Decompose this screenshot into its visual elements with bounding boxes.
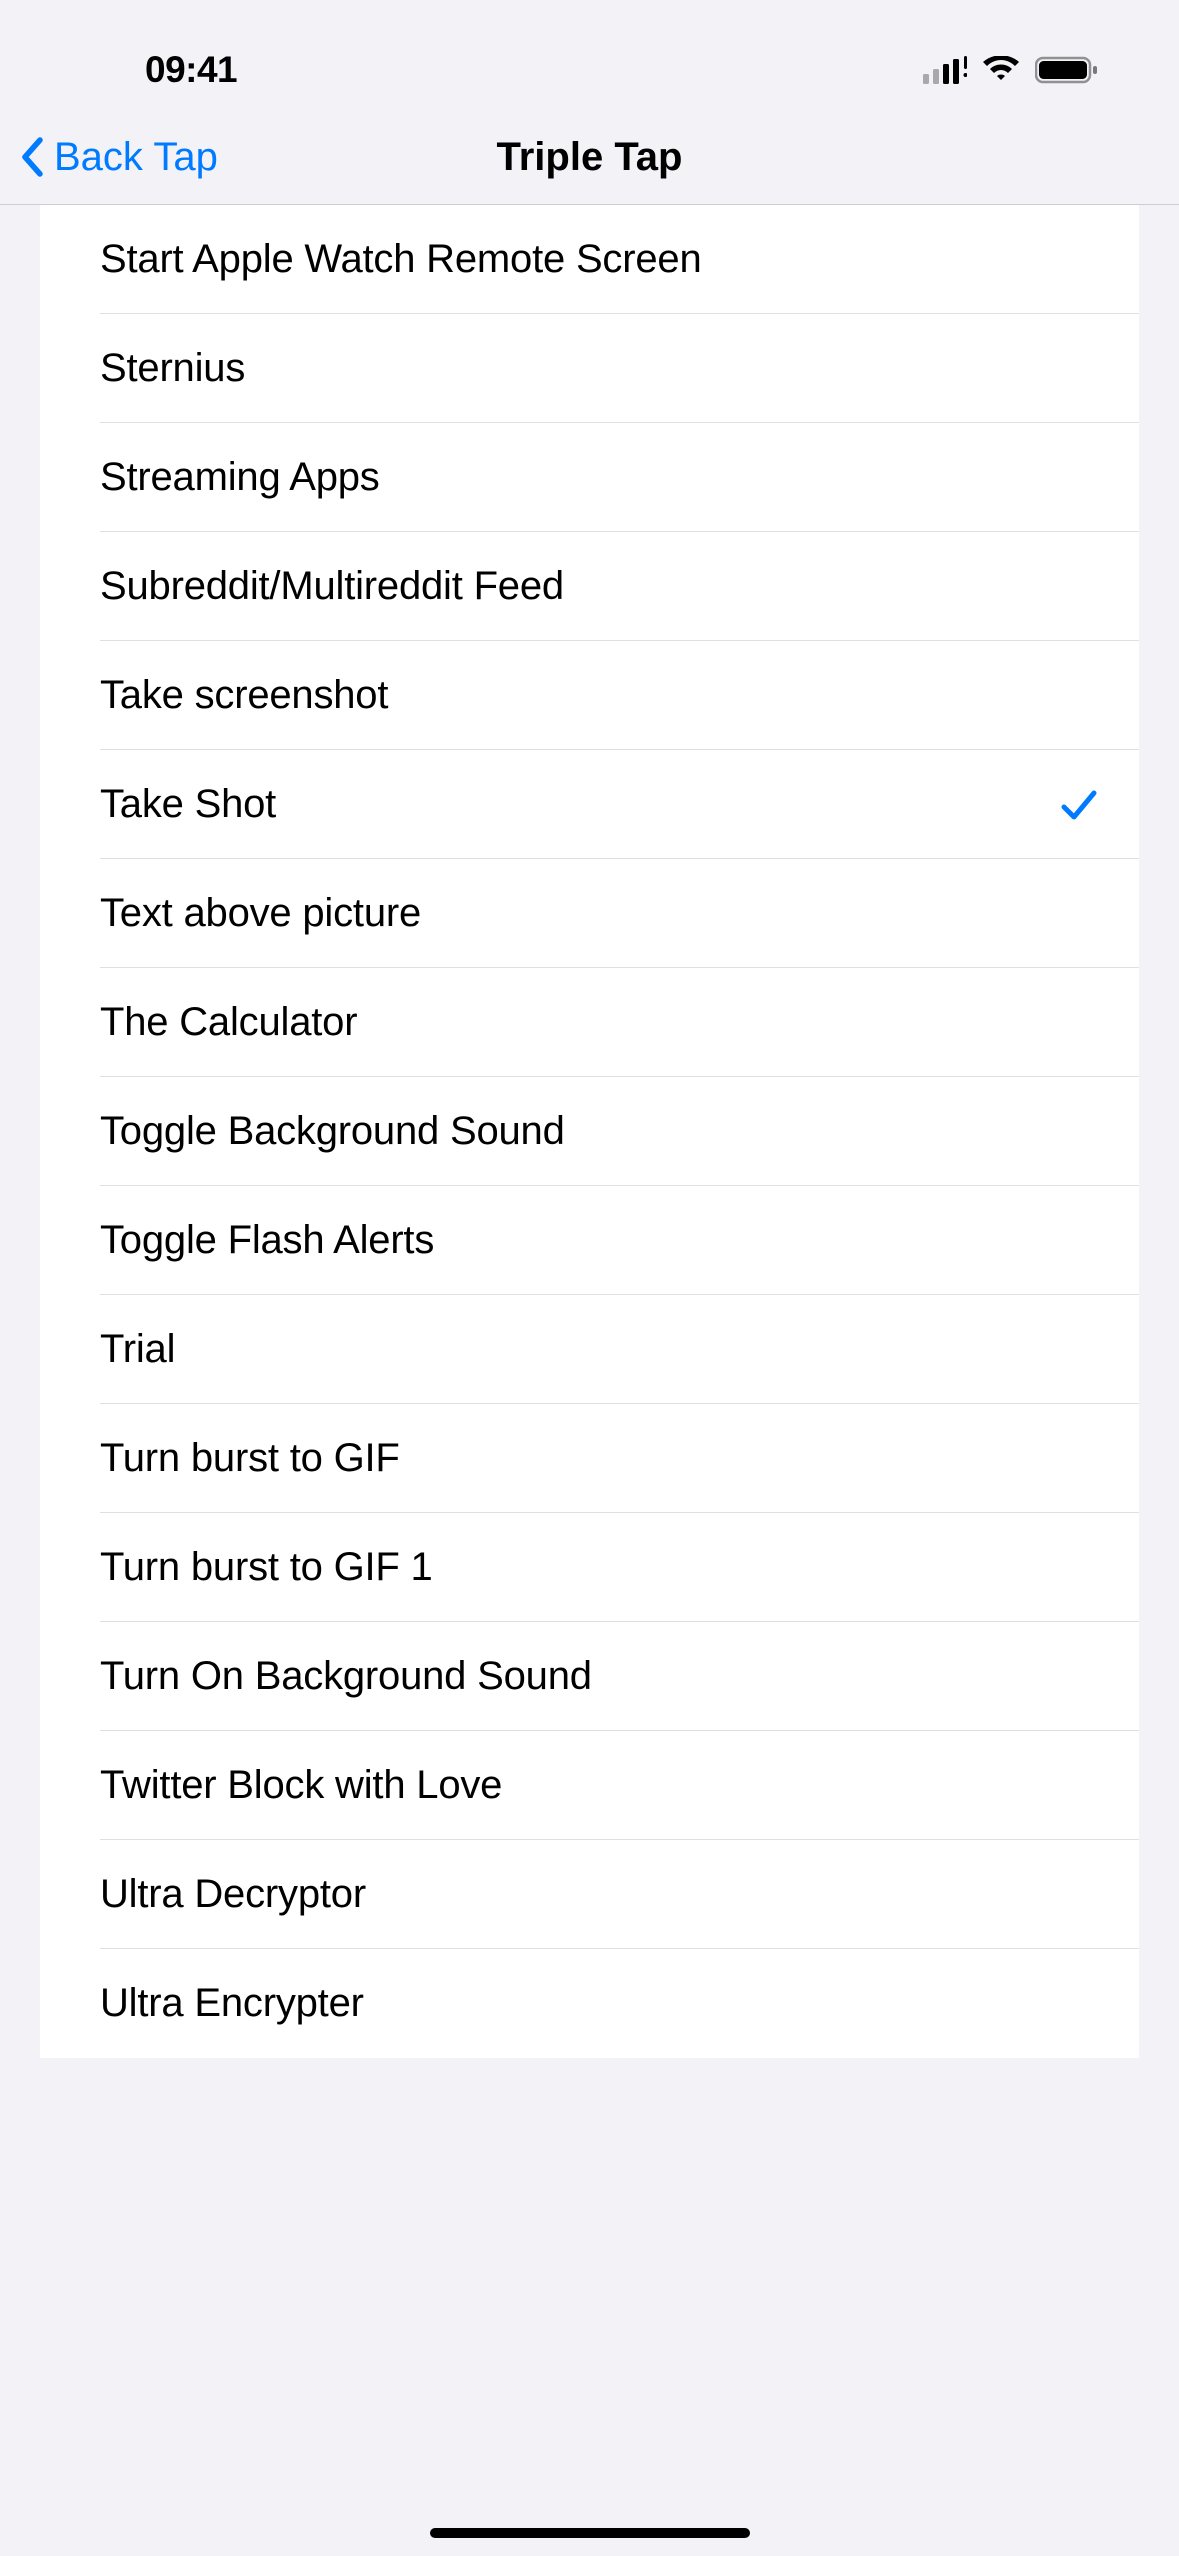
list-item[interactable]: Trial	[40, 1295, 1139, 1404]
status-icons	[923, 56, 1129, 84]
home-indicator[interactable]	[430, 2528, 750, 2538]
list-item-label: Toggle Background Sound	[100, 1109, 565, 1154]
list-item[interactable]: Subreddit/Multireddit Feed	[40, 532, 1139, 641]
back-button[interactable]: Back Tap	[20, 135, 218, 180]
list-item-label: Trial	[100, 1327, 175, 1372]
list-item[interactable]: Streaming Apps	[40, 423, 1139, 532]
battery-icon	[1035, 56, 1099, 84]
list-item[interactable]: Turn On Background Sound	[40, 1622, 1139, 1731]
list-item[interactable]: Take screenshot	[40, 641, 1139, 750]
list-item[interactable]: Toggle Background Sound	[40, 1077, 1139, 1186]
status-time: 09:41	[145, 49, 237, 91]
nav-bar: Back Tap Triple Tap	[0, 110, 1179, 205]
list-item[interactable]: Ultra Decryptor	[40, 1840, 1139, 1949]
list-item-label: Take Shot	[100, 782, 276, 827]
list-item[interactable]: The Calculator	[40, 968, 1139, 1077]
list-item-label: Turn burst to GIF	[100, 1436, 400, 1481]
list-item[interactable]: Twitter Block with Love	[40, 1731, 1139, 1840]
list-item-label: The Calculator	[100, 1000, 357, 1045]
list-item[interactable]: Toggle Flash Alerts	[40, 1186, 1139, 1295]
list-item[interactable]: Take Shot	[40, 750, 1139, 859]
status-bar: 09:41	[0, 0, 1179, 110]
cellular-icon	[923, 56, 967, 84]
list-item-label: Turn burst to GIF 1	[100, 1545, 433, 1590]
list-item-label: Take screenshot	[100, 673, 388, 718]
list-item-label: Ultra Decryptor	[100, 1872, 366, 1917]
page-title: Triple Tap	[497, 135, 683, 180]
list-item-label: Subreddit/Multireddit Feed	[100, 564, 564, 609]
list-item-label: Streaming Apps	[100, 455, 380, 500]
list-item[interactable]: Text above picture	[40, 859, 1139, 968]
list-item-label: Ultra Encrypter	[100, 1981, 364, 2026]
chevron-left-icon	[20, 137, 44, 177]
list-item-label: Start Apple Watch Remote Screen	[100, 237, 702, 282]
list-item-label: Sternius	[100, 346, 245, 391]
list-item[interactable]: Turn burst to GIF	[40, 1404, 1139, 1513]
checkmark-icon	[1059, 785, 1099, 825]
list-item[interactable]: Ultra Encrypter	[40, 1949, 1139, 2058]
list-item[interactable]: Sternius	[40, 314, 1139, 423]
list-item-label: Twitter Block with Love	[100, 1763, 502, 1808]
list-item-label: Turn On Background Sound	[100, 1654, 592, 1699]
back-label: Back Tap	[54, 135, 218, 180]
list-item-label: Text above picture	[100, 891, 421, 936]
options-list: Start Apple Watch Remote Screen Sternius S…	[40, 205, 1139, 2058]
list-item[interactable]: Turn burst to GIF 1	[40, 1513, 1139, 1622]
wifi-icon	[981, 56, 1021, 84]
list-item-label: Toggle Flash Alerts	[100, 1218, 434, 1263]
list-item[interactable]: Start Apple Watch Remote Screen	[40, 205, 1139, 314]
